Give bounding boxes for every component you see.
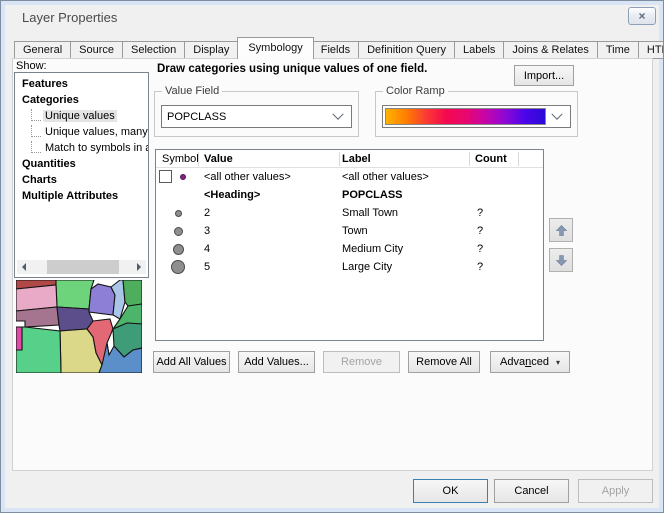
- category-symbol-icon[interactable]: [174, 227, 183, 236]
- tab-general[interactable]: General: [14, 41, 71, 59]
- tree-connector: [31, 109, 41, 121]
- value-field-dropdown[interactable]: POPCLASS: [161, 105, 352, 128]
- add-values-button[interactable]: Add Values...: [238, 351, 315, 373]
- scroll-left-icon[interactable]: [17, 260, 31, 274]
- tab-source[interactable]: Source: [71, 41, 123, 59]
- cancel-button[interactable]: Cancel: [494, 479, 569, 503]
- scrollbar-thumb[interactable]: [47, 260, 119, 274]
- tree-connector: [31, 125, 41, 137]
- layer-properties-dialog: Layer Properties × General Source Select…: [0, 0, 664, 513]
- category-symbol-icon[interactable]: [175, 210, 182, 217]
- category-symbol-icon[interactable]: [171, 260, 185, 274]
- tree-item-quantities[interactable]: Quantities: [15, 156, 148, 172]
- tab-display[interactable]: Display: [185, 41, 238, 59]
- show-tree-listbox: Features Categories Unique values Unique…: [14, 72, 149, 278]
- table-row-2[interactable]: 2 Small Town ?: [156, 204, 543, 222]
- column-symbol: Symbol: [162, 150, 199, 168]
- column-divider: [518, 152, 519, 166]
- column-label: Label: [342, 150, 371, 168]
- move-up-button[interactable]: [549, 218, 573, 242]
- arrow-up-icon: [554, 223, 569, 238]
- apply-button[interactable]: Apply: [578, 479, 653, 503]
- color-ramp-label: Color Ramp: [383, 85, 448, 97]
- state-green-nw: [56, 280, 94, 309]
- move-down-button[interactable]: [549, 248, 573, 272]
- table-row-heading[interactable]: <Heading> POPCLASS: [156, 186, 543, 204]
- column-divider: [339, 152, 340, 166]
- tab-html-popup[interactable]: HTML Popup: [639, 41, 664, 59]
- page-heading: Draw categories using unique values of o…: [157, 63, 427, 75]
- tab-labels[interactable]: Labels: [455, 41, 504, 59]
- categories-table: Symbol Value Label Count <all other valu…: [155, 149, 544, 341]
- remove-all-button[interactable]: Remove All: [408, 351, 480, 373]
- all-other-values-symbol-icon[interactable]: [180, 174, 186, 180]
- state-green-sw: [16, 327, 61, 373]
- tab-selection[interactable]: Selection: [123, 41, 185, 59]
- column-count: Count: [475, 150, 507, 168]
- advanced-button[interactable]: Advanced ▾: [490, 351, 570, 373]
- arrow-down-icon: [554, 253, 569, 268]
- tree-item-features[interactable]: Features: [15, 76, 148, 92]
- table-row-4[interactable]: 4 Medium City ?: [156, 240, 543, 258]
- show-label: Show:: [16, 60, 47, 72]
- tab-symbology[interactable]: Symbology: [237, 37, 313, 59]
- table-row-all-other-values[interactable]: <all other values> <all other values>: [156, 168, 543, 186]
- add-all-values-button[interactable]: Add All Values: [153, 351, 230, 373]
- state-mauve: [16, 307, 59, 327]
- caret-down-icon: ▾: [556, 358, 560, 367]
- tree-item-unique-values[interactable]: Unique values: [15, 108, 148, 124]
- tree-horizontal-scrollbar[interactable]: [17, 260, 146, 274]
- value-field-value: POPCLASS: [167, 111, 226, 123]
- tree-item-multiple-attributes[interactable]: Multiple Attributes: [15, 188, 148, 204]
- tab-time[interactable]: Time: [598, 41, 639, 59]
- chevron-down-icon: [332, 108, 343, 119]
- tree-item-charts[interactable]: Charts: [15, 172, 148, 188]
- window-title: Layer Properties: [22, 10, 117, 25]
- category-symbol-icon[interactable]: [173, 244, 184, 255]
- column-divider: [469, 152, 470, 166]
- remove-button[interactable]: Remove: [323, 351, 400, 373]
- all-other-values-checkbox[interactable]: [159, 170, 172, 183]
- tree-item-unique-values-many[interactable]: Unique values, many: [15, 124, 148, 140]
- symbology-preview-map: [16, 280, 142, 373]
- preview-map-svg: [16, 280, 142, 373]
- ok-button[interactable]: OK: [413, 479, 488, 503]
- table-header: Symbol Value Label Count: [156, 150, 543, 168]
- tab-joins-relates[interactable]: Joins & Relates: [504, 41, 597, 59]
- close-button[interactable]: ×: [628, 7, 656, 25]
- tab-strip: General Source Selection Display Symbolo…: [14, 38, 664, 59]
- tree-item-match-symbols[interactable]: Match to symbols in a: [15, 140, 148, 156]
- value-field-label: Value Field: [162, 85, 222, 97]
- state-magenta: [16, 327, 22, 350]
- chevron-down-icon: [551, 108, 562, 119]
- tab-fields[interactable]: Fields: [313, 41, 359, 59]
- table-row-5[interactable]: 5 Large City ?: [156, 258, 543, 276]
- table-row-3[interactable]: 3 Town ?: [156, 222, 543, 240]
- column-value: Value: [204, 150, 233, 168]
- tree-connector: [31, 141, 41, 153]
- tab-definition-query[interactable]: Definition Query: [359, 41, 455, 59]
- scroll-right-icon[interactable]: [132, 260, 146, 274]
- column-divider: [198, 152, 199, 166]
- color-ramp-swatch: [385, 108, 546, 125]
- scrollbar-track[interactable]: [31, 260, 132, 274]
- tree-item-categories[interactable]: Categories: [15, 92, 148, 108]
- import-button[interactable]: Import...: [514, 65, 574, 86]
- state-purple: [89, 284, 115, 315]
- color-ramp-dropdown[interactable]: [382, 105, 571, 128]
